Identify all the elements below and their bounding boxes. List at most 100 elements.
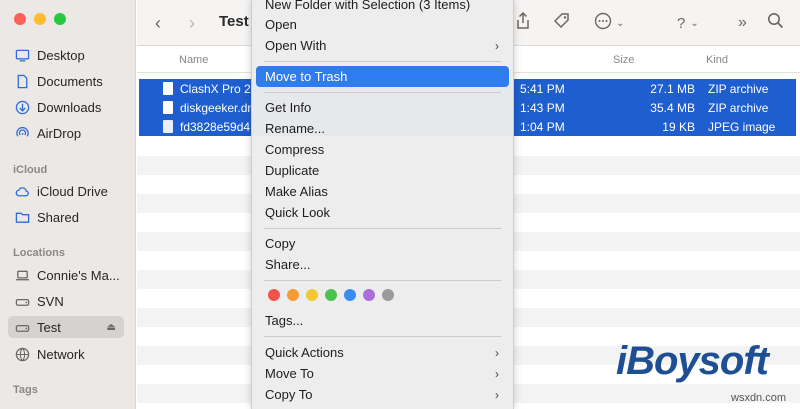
close-window-button[interactable]: [14, 13, 26, 25]
share-icon: [515, 11, 531, 35]
menu-item-share[interactable]: Share...: [256, 254, 509, 275]
file-kind: ZIP archive: [708, 81, 769, 96]
menu-item-copy-to[interactable]: Copy To ›: [256, 384, 509, 405]
sidebar-item-label: Desktop: [37, 47, 85, 63]
menu-item-copy[interactable]: Copy: [256, 233, 509, 254]
more-actions-button[interactable]: ⌄: [594, 12, 624, 34]
menu-separator: [264, 92, 501, 93]
chevron-right-icon: ›: [189, 12, 195, 33]
column-size-header[interactable]: Size: [613, 54, 634, 66]
menu-item-label: Share...: [265, 257, 311, 272]
file-date: 1:04 PM: [520, 119, 565, 134]
shared-folder-icon: [14, 209, 30, 225]
menu-item-tags[interactable]: Tags...: [256, 310, 509, 331]
menu-item-label: Open: [265, 17, 297, 32]
share-button[interactable]: [515, 11, 531, 35]
sidebar-item-svn[interactable]: SVN: [14, 290, 126, 312]
menu-item-quick-actions[interactable]: Quick Actions ›: [256, 342, 509, 363]
sidebar-item-test[interactable]: Test ⏏: [8, 316, 124, 338]
minimize-window-button[interactable]: [34, 13, 46, 25]
window-title: Test: [219, 13, 249, 30]
menu-item-label: Get Info: [265, 100, 312, 115]
sidebar-item-label: Network: [37, 346, 85, 362]
sidebar-item-label: Documents: [37, 73, 103, 89]
sidebar-item-label: Connie's Ma...: [37, 267, 120, 283]
sidebar-item-airdrop[interactable]: AirDrop: [14, 122, 126, 144]
forward-button[interactable]: ›: [189, 12, 195, 34]
chevron-down-icon: ⌄: [690, 17, 699, 29]
column-name-header[interactable]: Name: [179, 54, 208, 66]
search-icon: [767, 12, 784, 34]
tag-orange-button[interactable]: [287, 289, 299, 301]
menu-item-label: New Folder with Selection (3 Items): [265, 0, 471, 12]
menu-separator: [264, 61, 501, 62]
menu-item-make-alias[interactable]: Make Alias: [256, 181, 509, 202]
tag-blue-button[interactable]: [344, 289, 356, 301]
iboysoft-logo: iBoysoft: [616, 339, 769, 383]
tag-purple-button[interactable]: [363, 289, 375, 301]
file-name: ClashX Pro 2.: [180, 81, 255, 96]
tag-green-button[interactable]: [325, 289, 337, 301]
file-size: 35.4 MB: [650, 100, 695, 115]
menu-item-label: Tags...: [265, 313, 304, 328]
menu-item-label: Copy To: [265, 387, 313, 402]
image-file-icon: [163, 120, 173, 133]
laptop-icon: [14, 267, 30, 283]
drive-icon: [14, 319, 30, 335]
menu-item-label: Quick Look: [265, 205, 331, 220]
ellipsis-circle-icon: [594, 12, 612, 35]
tag-yellow-button[interactable]: [306, 289, 318, 301]
sidebar-item-downloads[interactable]: Downloads: [14, 96, 126, 118]
file-name: diskgeeker.dn: [180, 100, 255, 115]
tag-red-button[interactable]: [268, 289, 280, 301]
file-date: 5:41 PM: [520, 81, 565, 96]
eject-icon[interactable]: ⏏: [107, 322, 116, 333]
column-kind-header[interactable]: Kind: [706, 54, 728, 66]
sidebar-item-icloud-drive[interactable]: iCloud Drive: [14, 180, 126, 202]
zoom-window-button[interactable]: [54, 13, 66, 25]
menu-item-quick-look[interactable]: Quick Look: [256, 202, 509, 223]
menu-item-move-to[interactable]: Move To ›: [256, 363, 509, 384]
desktop-icon: [14, 47, 30, 63]
more-toolbar-button[interactable]: »: [738, 12, 747, 34]
menu-item-label: Copy: [265, 236, 296, 251]
search-button[interactable]: [767, 12, 784, 34]
help-button[interactable]: ? ⌄: [677, 12, 699, 34]
menu-item-compress[interactable]: Compress: [256, 139, 509, 160]
tag-button[interactable]: [553, 12, 571, 34]
menu-item-label: Open With: [265, 38, 327, 53]
back-button[interactable]: ‹: [155, 12, 161, 34]
menu-item-open-with[interactable]: Open With ›: [256, 35, 509, 56]
sidebar-item-desktop[interactable]: Desktop: [14, 44, 126, 66]
sidebar-item-documents[interactable]: Documents: [14, 70, 126, 92]
menu-separator: [264, 228, 501, 229]
chevron-right-icon: ›: [495, 366, 499, 381]
menu-item-label: Make Alias: [265, 184, 328, 199]
download-icon: [14, 99, 30, 115]
tag-gray-button[interactable]: [382, 289, 394, 301]
menu-item-label: Rename...: [265, 121, 325, 136]
menu-item-label: Quick Actions: [265, 345, 344, 360]
menu-item-rename[interactable]: Rename...: [256, 118, 509, 139]
zip-file-icon: [163, 82, 173, 95]
menu-item-duplicate[interactable]: Duplicate: [256, 160, 509, 181]
tag-color-picker: [268, 289, 394, 301]
sidebar-item-label: Shared: [37, 209, 79, 225]
menu-item-label: Duplicate: [265, 163, 320, 178]
sidebar-item-label: AirDrop: [37, 125, 82, 141]
menu-item-move-to-trash[interactable]: Move to Trash: [256, 66, 509, 87]
menu-item-new-folder-with-selection[interactable]: New Folder with Selection (3 Items): [256, 0, 509, 15]
file-name: fd3828e59d4: [180, 119, 251, 134]
menu-item-get-info[interactable]: Get Info: [256, 97, 509, 118]
menu-item-open[interactable]: Open: [256, 14, 509, 35]
sidebar-item-connies-mac[interactable]: Connie's Ma...: [14, 264, 126, 286]
sidebar-item-network[interactable]: Network: [14, 343, 126, 365]
sidebar-item-shared[interactable]: Shared: [14, 206, 126, 228]
window-controls: [14, 13, 66, 25]
menu-separator: [264, 336, 501, 337]
chevron-right-icon: ›: [495, 345, 499, 360]
question-icon: ?: [677, 14, 686, 32]
sidebar-heading-locations: Locations: [13, 247, 65, 259]
chevron-down-icon: ⌄: [616, 17, 625, 29]
menu-item-label: Move to Trash: [265, 69, 348, 84]
